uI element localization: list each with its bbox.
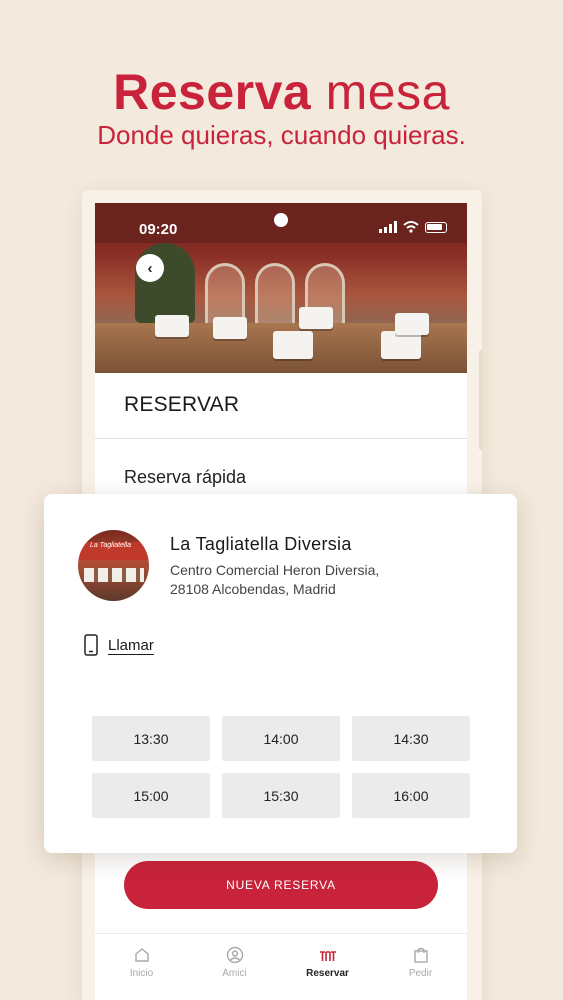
promo-subtitle: Donde quieras, cuando quieras. <box>97 120 466 150</box>
time-slot[interactable]: 16:00 <box>352 773 470 818</box>
restaurant-avatar: La Tagliatella <box>78 530 149 601</box>
time-slot[interactable]: 13:30 <box>92 716 210 761</box>
promo-title-light: mesa <box>325 64 450 120</box>
time-slot[interactable]: 15:00 <box>92 773 210 818</box>
restaurant-name: La Tagliatella Diversia <box>170 534 352 554</box>
tab-reservar[interactable]: Reservar <box>281 934 374 1000</box>
quick-reserve-label: Reserva rápida <box>124 467 247 487</box>
divider <box>95 438 467 439</box>
phone-side-edge <box>479 350 483 450</box>
home-icon <box>134 948 149 962</box>
back-button[interactable]: ‹ <box>136 254 164 282</box>
time-slot[interactable]: 14:00 <box>222 716 340 761</box>
new-reservation-button[interactable]: NUEVA RESERVA <box>124 861 438 909</box>
tab-label: Amici <box>222 968 247 979</box>
address-line-1: Centro Comercial Heron Diversia, <box>170 562 380 578</box>
restaurant-card: La Tagliatella La Tagliatella Diversia C… <box>44 494 517 853</box>
status-time: 09:20 <box>139 221 178 238</box>
tab-amici[interactable]: Amici <box>188 934 281 1000</box>
restaurant-address: Centro Comercial Heron Diversia, 28108 A… <box>170 561 470 599</box>
tab-pedir[interactable]: Pedir <box>374 934 467 1000</box>
avatar-sign: La Tagliatella <box>90 542 131 549</box>
call-label: Llamar <box>108 636 154 654</box>
status-icons <box>379 221 447 233</box>
reservar-icon <box>319 951 336 961</box>
restaurant-hero-image: 09:20 ‹ <box>95 203 467 373</box>
time-slot[interactable]: 15:30 <box>222 773 340 818</box>
address-line-2: 28108 Alcobendas, Madrid <box>170 581 336 597</box>
tab-label: Reservar <box>306 968 349 979</box>
section-title: RESERVAR <box>124 393 240 416</box>
promo-title: Reserva mesa <box>0 62 563 122</box>
camera-dot <box>274 213 288 227</box>
tab-label: Pedir <box>408 968 433 979</box>
wifi-icon <box>403 221 419 233</box>
promo-headline: Reserva mesa Donde quieras, cuando quier… <box>0 62 563 150</box>
tab-inicio[interactable]: Inicio <box>95 934 188 1000</box>
user-circle-icon <box>226 946 243 964</box>
signal-icon <box>379 221 397 233</box>
bottom-tab-bar: Inicio Amici Reservar Pedir <box>95 933 467 1000</box>
time-slot[interactable]: 14:30 <box>352 716 470 761</box>
bag-icon <box>413 947 428 963</box>
phone-icon <box>84 634 98 656</box>
battery-icon <box>425 221 447 233</box>
chevron-left-icon: ‹ <box>147 259 153 277</box>
tab-label: Inicio <box>129 968 154 979</box>
call-link[interactable]: Llamar <box>84 634 154 656</box>
promo-title-bold: Reserva <box>113 64 312 120</box>
